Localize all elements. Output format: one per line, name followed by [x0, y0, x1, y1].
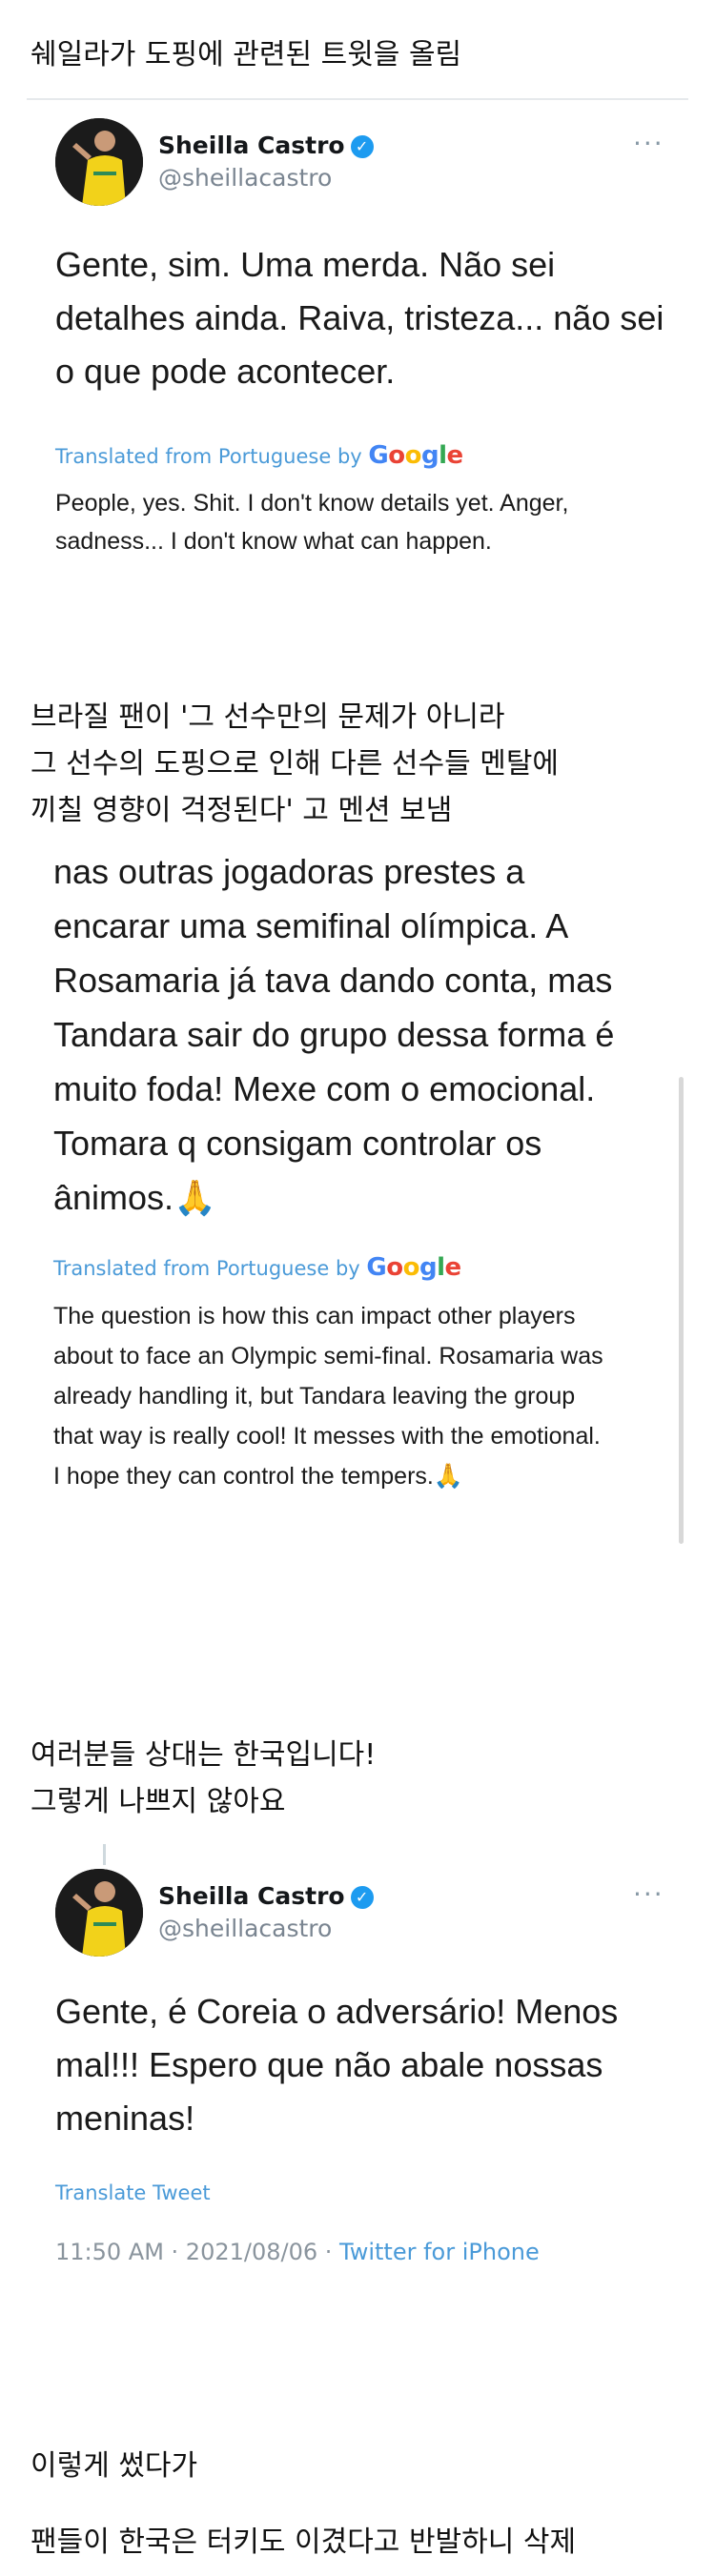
- user-name[interactable]: Sheilla Castro ✓: [158, 1882, 374, 1910]
- caption-2-line-1: 브라질 팬이 '그 선수만의 문제가 아니라: [31, 700, 505, 734]
- avatar-image: [55, 118, 143, 206]
- tweet-meta: 11:50 AM · 2021/08/06 · Twitter for iPho…: [55, 2239, 665, 2263]
- translated-by: Translated from Portuguese by Google: [53, 1253, 461, 1282]
- tweet-text: Gente, sim. Uma merda. Não sei detalhes …: [55, 245, 664, 391]
- translate-tweet-link[interactable]: Translate Tweet: [55, 2181, 211, 2204]
- scrollbar[interactable]: [679, 1077, 684, 1544]
- timestamp[interactable]: 11:50 AM · 2021/08/06 ·: [55, 2239, 339, 2263]
- verified-badge-icon: ✓: [350, 135, 374, 158]
- user-name-text[interactable]: Sheilla Castro: [158, 1882, 345, 1910]
- google-logo-letter: G: [366, 1253, 387, 1282]
- google-logo-letter: g: [419, 1253, 438, 1282]
- verified-badge-icon: ✓: [350, 1886, 374, 1909]
- tweet-text: nas outras jogadoras prestes a encarar u…: [53, 852, 615, 1217]
- google-logo-letter: o: [386, 1253, 403, 1282]
- google-logo-letter: o: [404, 441, 422, 470]
- tweet-card-3: Sheilla Castro ✓ @sheillacastro ··· Gente…: [27, 1844, 683, 2263]
- caption-2-line-3: 끼칠 영향이 걱정된다' 고 멘션 보냄: [31, 794, 453, 827]
- caption-2-line-2: 그 선수의 도핑으로 인해 다른 선수들 멘탈에: [31, 747, 560, 781]
- translated-label: Translated from Portuguese by: [53, 1257, 360, 1280]
- google-logo-letter: e: [446, 441, 464, 470]
- user-handle[interactable]: @sheillacastro: [158, 1915, 332, 1942]
- google-logo-letter: l: [439, 441, 447, 470]
- avatar[interactable]: [55, 1869, 143, 1957]
- caption-3-line-2: 그렇게 나쁘지 않아요: [31, 1785, 286, 1818]
- more-options-icon[interactable]: ···: [633, 1878, 664, 1910]
- avatar[interactable]: [55, 118, 143, 206]
- user-handle[interactable]: @sheillacastro: [158, 164, 332, 192]
- google-logo-letter: o: [402, 1253, 420, 1282]
- caption-4: 이렇게 썼다가: [31, 2449, 198, 2483]
- tweet-card-1: Sheilla Castro ✓ @sheillacastro ··· Gente…: [27, 105, 683, 600]
- divider: [27, 98, 688, 100]
- google-logo: Google: [366, 1253, 462, 1282]
- translated-by: Translated from Portuguese by Google: [55, 441, 463, 470]
- google-logo-letter: o: [388, 441, 405, 470]
- translated-label: Translated from Portuguese by: [55, 445, 362, 468]
- google-logo: Google: [368, 441, 464, 470]
- tweet-text: Gente, é Coreia o adversário! Menos mal!…: [55, 1992, 619, 2138]
- google-logo-letter: g: [420, 441, 439, 470]
- google-logo-letter: G: [368, 441, 389, 470]
- google-logo-letter: e: [444, 1253, 462, 1282]
- tweet-card-2: nas outras jogadoras prestes a encarar u…: [27, 839, 684, 1544]
- caption-3-line-1: 여러분들 상대는 한국입니다!: [31, 1738, 377, 1772]
- translation-text: The question is how this can impact othe…: [53, 1303, 603, 1490]
- caption-1: 쉐일라가 도핑에 관련된 트윗을 올림: [31, 38, 462, 71]
- avatar-image: [55, 1869, 143, 1957]
- user-name[interactable]: Sheilla Castro ✓: [158, 132, 374, 159]
- google-logo-letter: l: [437, 1253, 445, 1282]
- caption-5: 팬들이 한국은 터키도 이겼다고 반발하니 삭제: [31, 2525, 577, 2559]
- thread-line: [103, 1844, 106, 1865]
- tweet-source[interactable]: Twitter for iPhone: [339, 2239, 540, 2263]
- translation-text: People, yes. Shit. I don't know details …: [55, 490, 569, 555]
- more-options-icon[interactable]: ···: [633, 128, 664, 159]
- user-name-text[interactable]: Sheilla Castro: [158, 132, 345, 159]
